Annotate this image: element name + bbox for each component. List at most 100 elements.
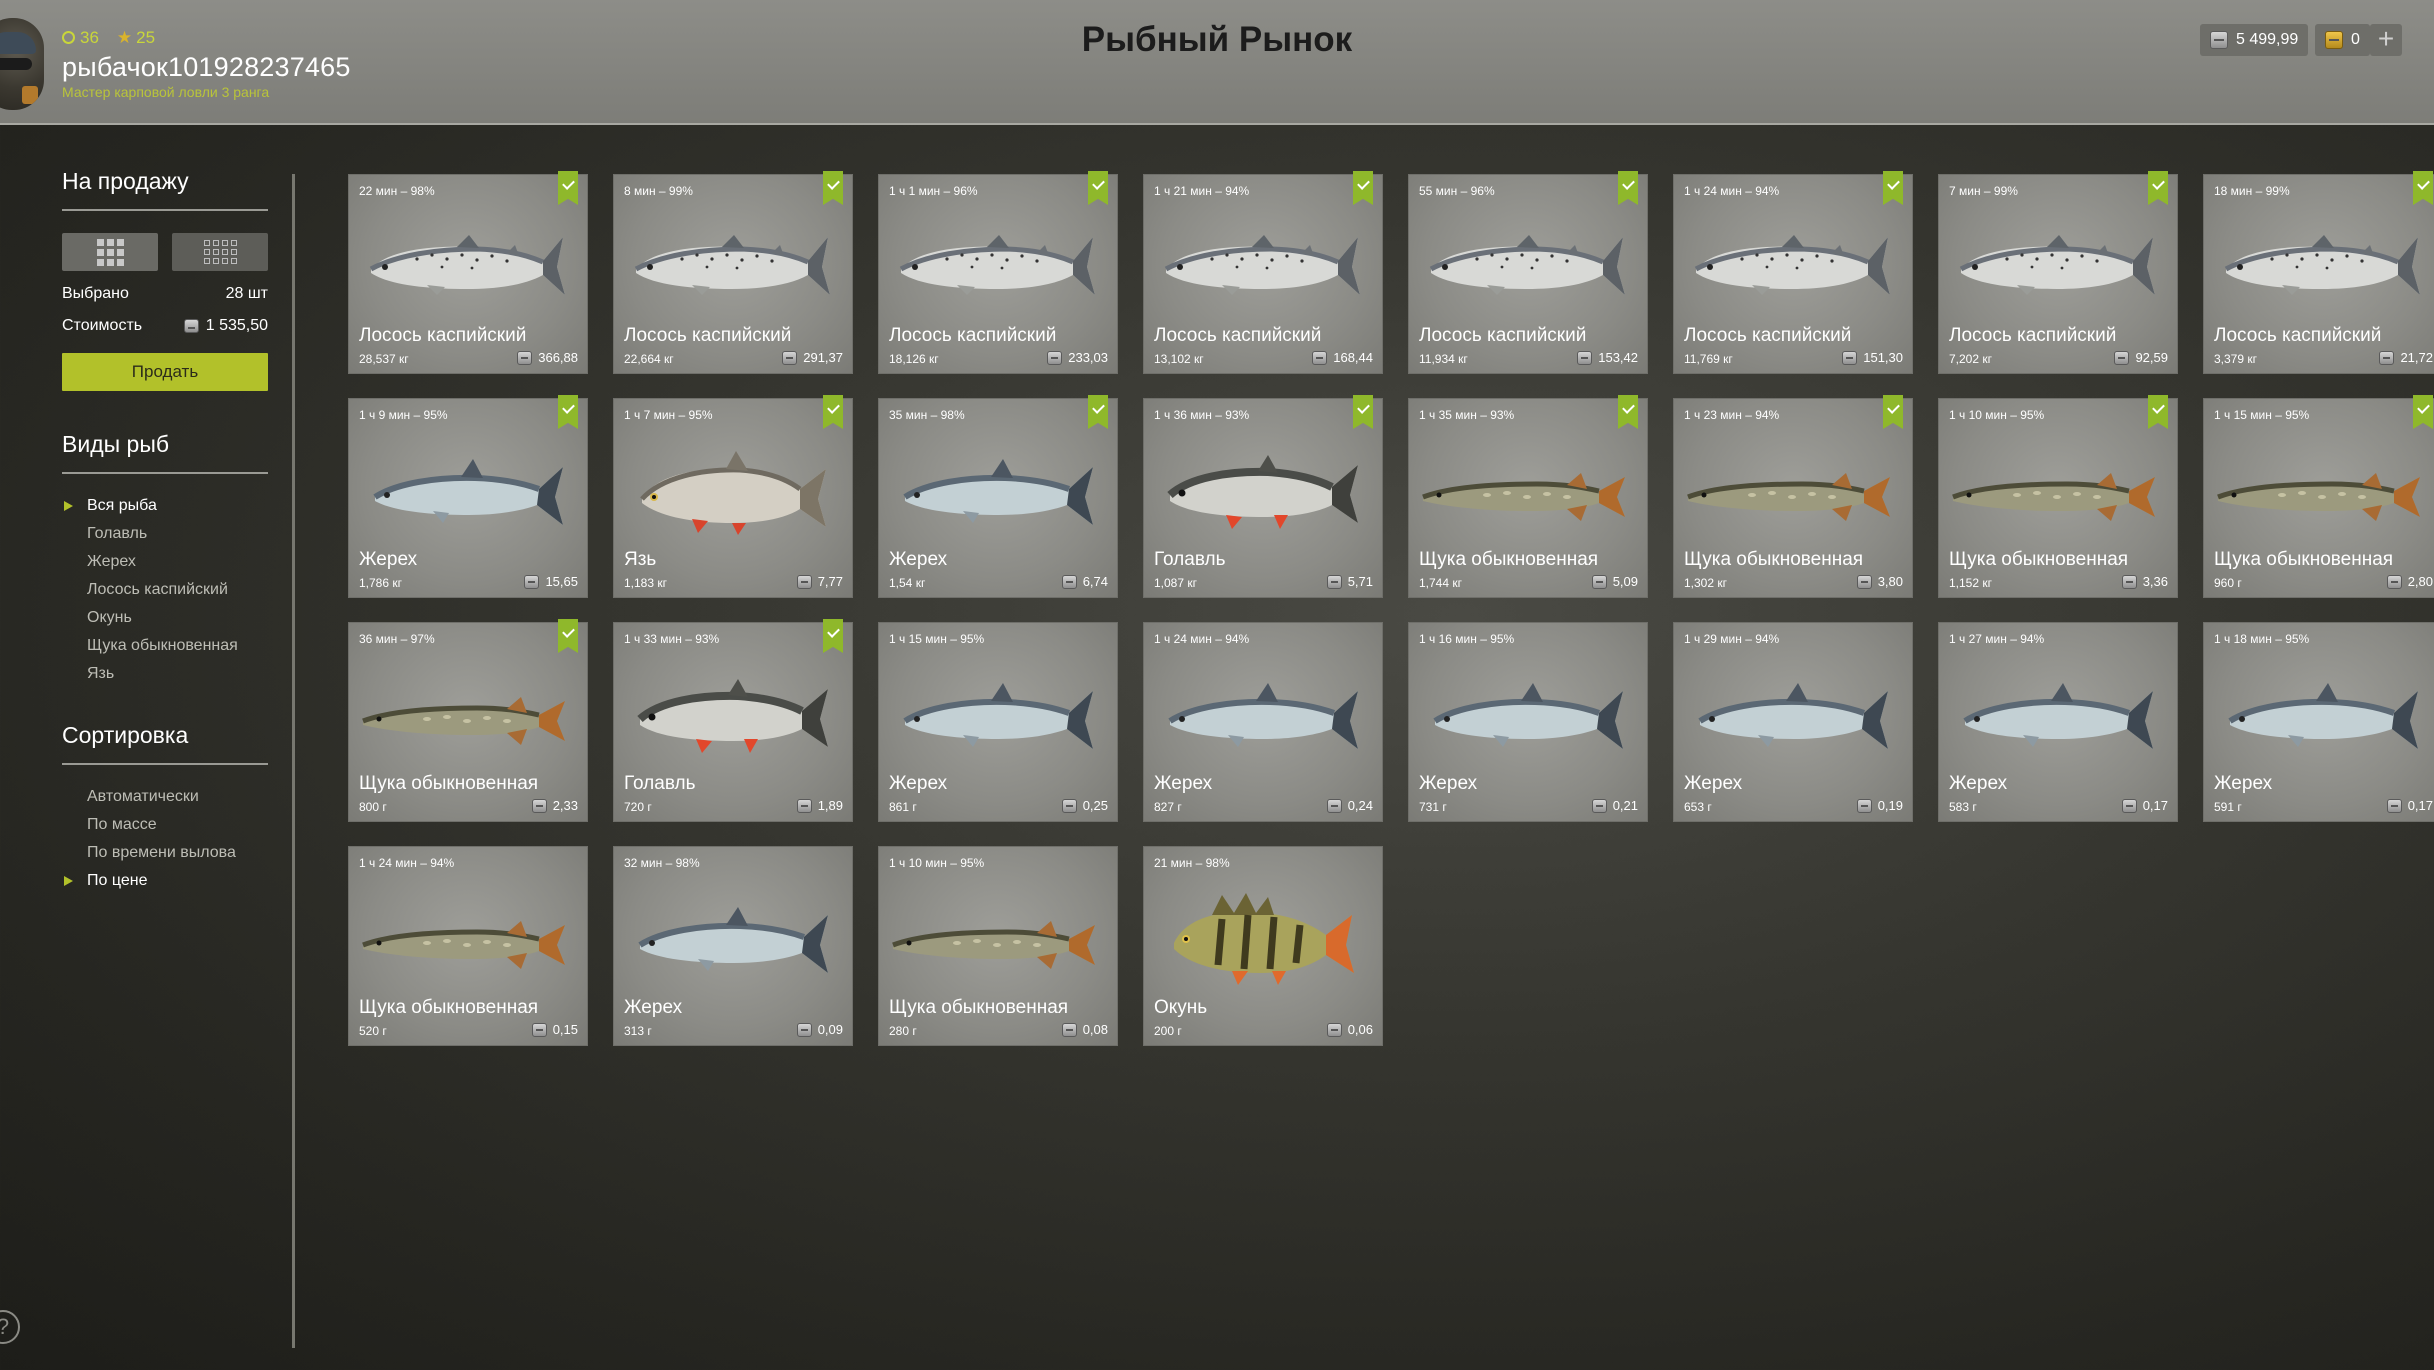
sort-option-item[interactable]: Автоматически: [62, 783, 268, 811]
sort-option-item[interactable]: По времени вылова: [62, 839, 268, 867]
selected-check-icon[interactable]: [1353, 171, 1373, 205]
salmon-fish-image: [1152, 215, 1376, 315]
selected-check-icon[interactable]: [1618, 171, 1638, 205]
fish-card[interactable]: 1 ч 27 мин – 94% Жерех 583 г 0,17: [1938, 622, 2178, 822]
add-currency-button[interactable]: +: [2370, 24, 2402, 56]
fish-card[interactable]: 1 ч 24 мин – 94% Лосось каспийский 11,76…: [1673, 171, 1913, 374]
fish-card[interactable]: 21 мин – 98% Окунь 200 г 0,06: [1143, 846, 1383, 1046]
fish-card[interactable]: 1 ч 35 мин – 93% Щука обыкновенная 1,744…: [1408, 395, 1648, 598]
species-filter-item[interactable]: Щука обыкновенная: [62, 632, 268, 660]
fish-card[interactable]: 1 ч 16 мин – 95% Жерех 731 г 0,21: [1408, 622, 1648, 822]
fish-card[interactable]: 1 ч 36 мин – 93% Голавль 1,087 кг 5,71: [1143, 395, 1383, 598]
fish-card[interactable]: 1 ч 18 мин – 95% Жерех 591 г 0,17: [2203, 622, 2434, 822]
species-filter-item[interactable]: Вся рыба: [62, 492, 268, 520]
fish-card[interactable]: 35 мин – 98% Жерех 1,54 кг 6,74: [878, 395, 1118, 598]
selected-check-icon[interactable]: [558, 171, 578, 205]
selected-check-icon[interactable]: [2413, 171, 2433, 205]
fish-card[interactable]: 1 ч 10 мин – 95% Щука обыкновенная 280 г…: [878, 846, 1118, 1046]
sort-option-item[interactable]: По массе: [62, 811, 268, 839]
fish-name: Лосось каспийский: [1154, 325, 1322, 346]
silver-coin-icon: [1047, 350, 1063, 365]
silver-coin-icon: [2121, 798, 2137, 813]
silver-coin-icon: [517, 350, 533, 365]
sort-option-item[interactable]: По цене: [62, 867, 268, 895]
fish-name: Жерех: [1684, 773, 1743, 794]
fish-card[interactable]: 55 мин – 96% Лосось каспийский 11,934 кг…: [1408, 171, 1648, 374]
selected-check-icon[interactable]: [1618, 395, 1638, 429]
small-grid-view-button[interactable]: [172, 233, 268, 271]
selected-check-icon[interactable]: [2413, 395, 2433, 429]
silver-value: 5 499,99: [2236, 31, 2299, 48]
fish-name: Щука обыкновенная: [359, 773, 539, 794]
catch-time: 32 мин – 98%: [624, 856, 700, 870]
fish-card[interactable]: 7 мин – 99% Лосось каспийский 7,202 кг 9…: [1938, 171, 2178, 374]
price-value: 2,80: [2407, 574, 2433, 589]
fish-card[interactable]: 1 ч 9 мин – 95% Жерех 1,786 кг 15,65: [348, 395, 588, 598]
fish-card[interactable]: 1 ч 1 мин – 96% Лосось каспийский 18,126…: [878, 171, 1118, 374]
fish-weight: 583 г: [1949, 800, 1977, 814]
fish-card[interactable]: 36 мин – 97% Щука обыкновенная 800 г 2,3…: [348, 619, 588, 822]
selected-check-icon[interactable]: [1088, 171, 1108, 205]
fish-card[interactable]: 22 мин – 98% Лосось каспийский 28,537 кг…: [348, 171, 588, 374]
fish-card[interactable]: 1 ч 15 мин – 95% Щука обыкновенная 960 г…: [2203, 395, 2434, 598]
selected-check-icon[interactable]: [1353, 395, 1373, 429]
catch-time: 1 ч 35 мин – 93%: [1419, 408, 1515, 422]
fish-weight: 18,126 кг: [889, 352, 939, 366]
selected-check-icon[interactable]: [2148, 395, 2168, 429]
silver-coin-icon: [1842, 350, 1858, 365]
selected-check-icon[interactable]: [823, 395, 843, 429]
species-filter-item[interactable]: Голавль: [62, 520, 268, 548]
salmon-fish-image: [887, 215, 1111, 315]
selected-check-icon[interactable]: [558, 619, 578, 653]
fish-card[interactable]: 1 ч 15 мин – 95% Жерех 861 г 0,25: [878, 622, 1118, 822]
species-filter-item[interactable]: Язь: [62, 660, 268, 688]
large-grid-view-button[interactable]: [62, 233, 158, 271]
selected-check-icon[interactable]: [823, 619, 843, 653]
fish-card[interactable]: 8 мин – 99% Лосось каспийский 22,664 кг …: [613, 171, 853, 374]
fish-price: 21,72: [2379, 350, 2433, 365]
species-filter-item[interactable]: Жерех: [62, 548, 268, 576]
selected-check-icon[interactable]: [1088, 395, 1108, 429]
price-value: 0,25: [1082, 798, 1108, 813]
selected-check-icon[interactable]: [1883, 395, 1903, 429]
price-value: 0,17: [2142, 798, 2168, 813]
price-value: 21,72: [2400, 350, 2433, 365]
selected-check-icon[interactable]: [823, 171, 843, 205]
sell-button[interactable]: Продать: [62, 353, 268, 391]
fish-name: Жерех: [889, 549, 948, 570]
fish-card[interactable]: 1 ч 21 мин – 94% Лосось каспийский 13,10…: [1143, 171, 1383, 374]
help-button[interactable]: ?: [0, 1310, 20, 1344]
fish-price: 3,80: [1856, 574, 1903, 589]
small-grid-icon: [203, 240, 237, 264]
fish-card[interactable]: 1 ч 23 мин – 94% Щука обыкновенная 1,302…: [1673, 395, 1913, 598]
fish-card[interactable]: 1 ч 10 мин – 95% Щука обыкновенная 1,152…: [1938, 395, 2178, 598]
fish-price: 233,03: [1047, 350, 1108, 365]
selected-check-icon[interactable]: [558, 395, 578, 429]
silver-coin-icon: [1061, 1022, 1077, 1037]
price-value: 153,42: [1598, 350, 1638, 365]
asp-fish-image: [1947, 663, 2171, 763]
fish-card[interactable]: 32 мин – 98% Жерех 313 г 0,09: [613, 846, 853, 1046]
species-filter-item[interactable]: Окунь: [62, 604, 268, 632]
pike-fish-image: [1682, 439, 1906, 539]
salmon-fish-image: [1417, 215, 1641, 315]
fish-price: 168,44: [1312, 350, 1373, 365]
fish-card[interactable]: 1 ч 24 мин – 94% Щука обыкновенная 520 г…: [348, 846, 588, 1046]
fish-card[interactable]: 1 ч 29 мин – 94% Жерех 653 г 0,19: [1673, 622, 1913, 822]
price-value: 168,44: [1333, 350, 1373, 365]
fish-card[interactable]: 1 ч 24 мин – 94% Жерех 827 г 0,24: [1143, 622, 1383, 822]
species-filter-item[interactable]: Лосось каспийский: [62, 576, 268, 604]
fish-card[interactable]: 1 ч 7 мин – 95% Язь 1,183 кг 7,77: [613, 395, 853, 598]
fish-price: 0,24: [1326, 798, 1373, 813]
selected-check-icon[interactable]: [2148, 171, 2168, 205]
pike-fish-image: [2212, 439, 2434, 539]
selected-check-icon[interactable]: [1883, 171, 1903, 205]
fish-weight: 591 г: [2214, 800, 2242, 814]
fish-name: Щука обыкновенная: [1684, 549, 1864, 570]
fish-price: 0,17: [2386, 798, 2433, 813]
fish-card[interactable]: 18 мин – 99% Лосось каспийский 3,379 кг …: [2203, 171, 2434, 374]
sort-title: Сортировка: [62, 722, 268, 765]
pike-fish-image: [887, 887, 1111, 987]
price-value: 7,77: [817, 574, 843, 589]
fish-card[interactable]: 1 ч 33 мин – 93% Голавль 720 г 1,89: [613, 619, 853, 822]
